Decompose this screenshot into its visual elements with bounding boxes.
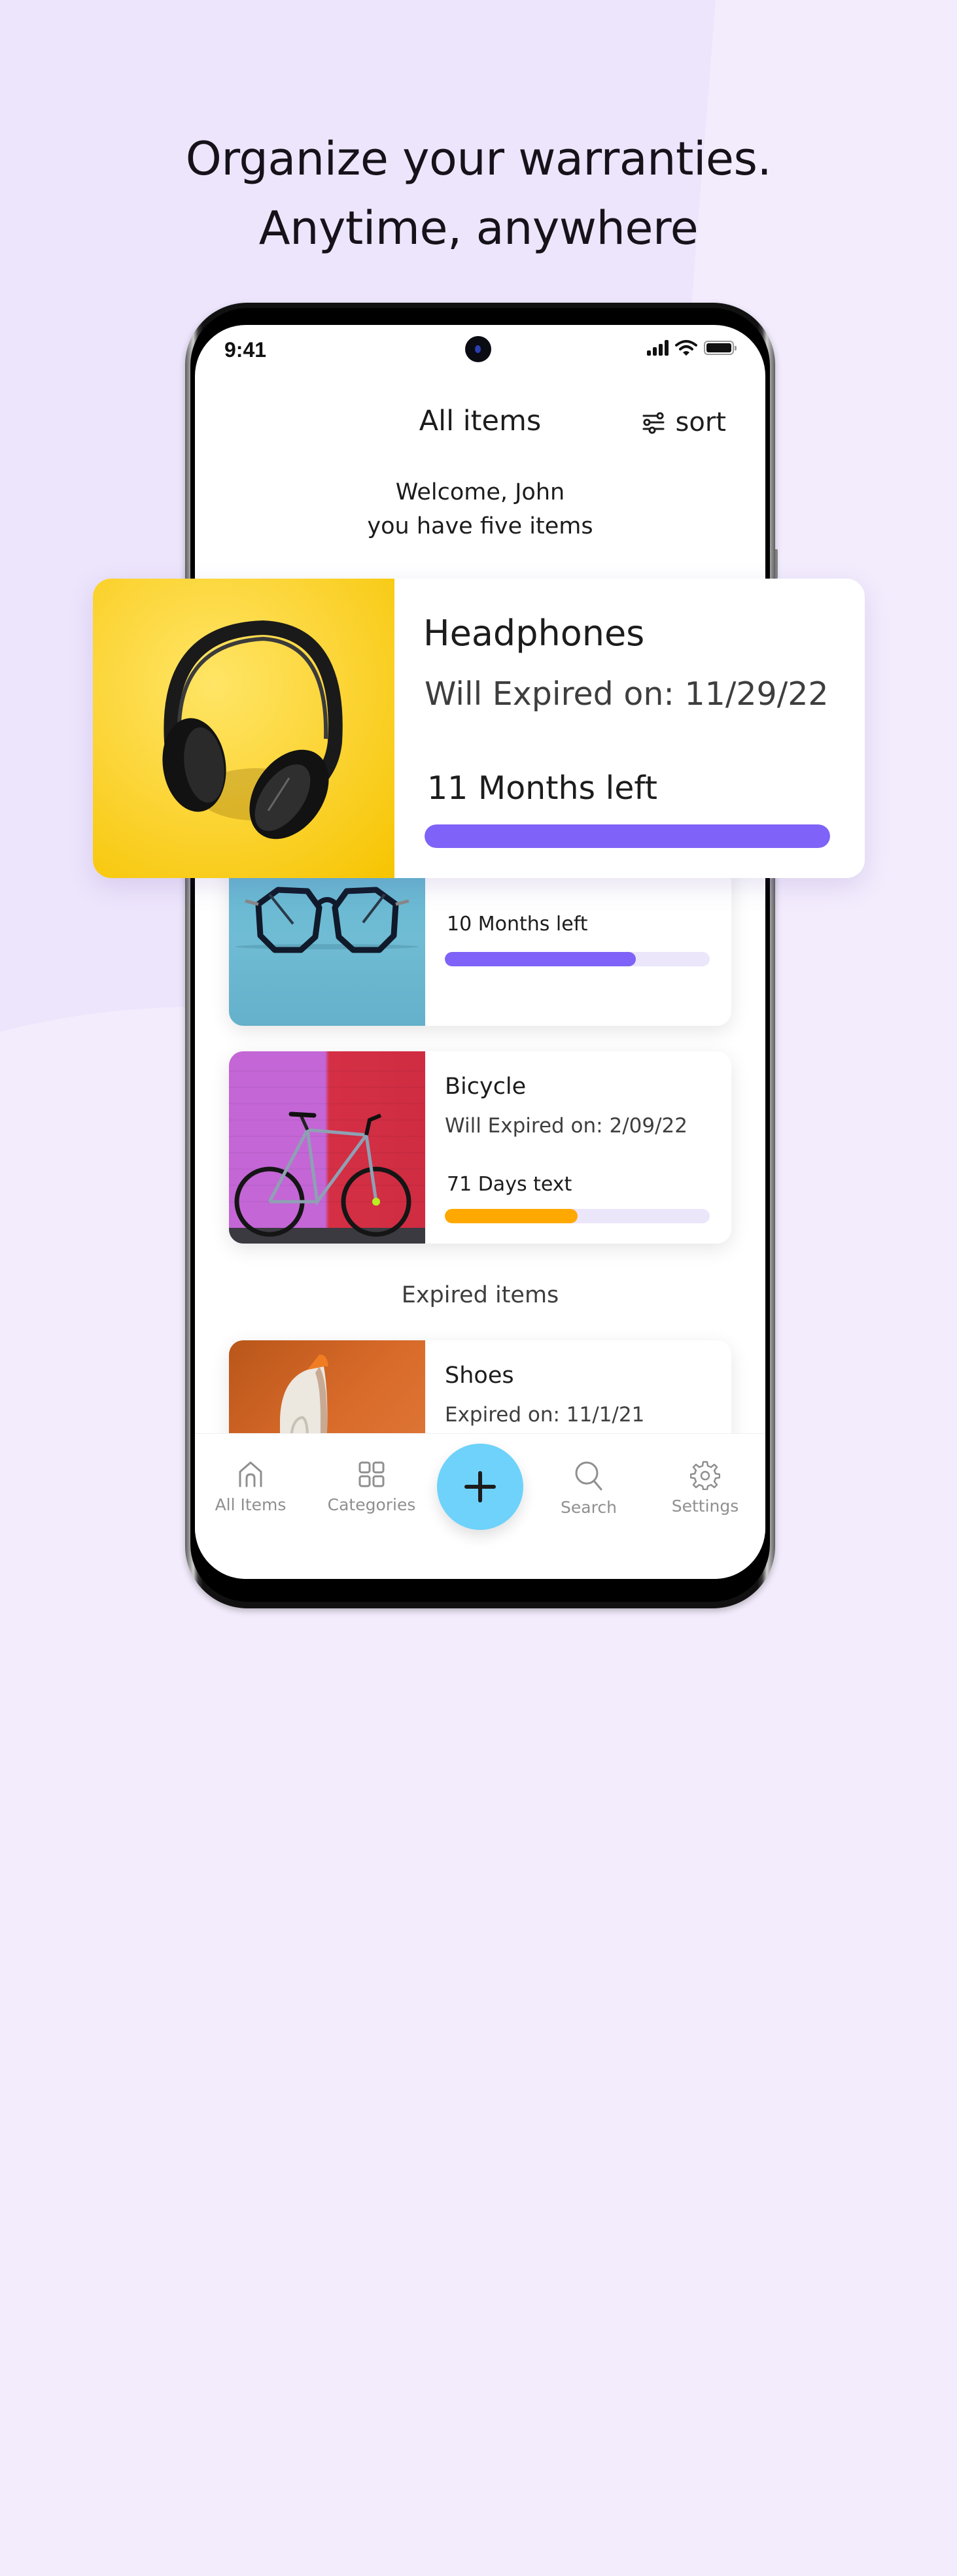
home-icon: [239, 1461, 262, 1487]
sort-button[interactable]: sort: [642, 407, 726, 437]
nav-label: Search: [561, 1498, 617, 1517]
item-card-bicycle[interactable]: Bicycle Will Expired on: 2/09/22 71 Days…: [229, 1051, 731, 1244]
add-item-button[interactable]: [437, 1444, 523, 1530]
headline-line-2: Anytime, anywhere: [258, 201, 699, 255]
item-name: Bicycle: [445, 1074, 527, 1100]
headphones-photo: [93, 579, 394, 878]
gear-icon: [690, 1461, 720, 1490]
featured-item-card-headphones[interactable]: Headphones Will Expired on: 11/29/22 11 …: [93, 579, 865, 878]
expired-items-heading: Expired items: [401, 1282, 559, 1308]
nav-label: Categories: [327, 1495, 416, 1514]
featured-item-info: Headphones Will Expired on: 11/29/22 11 …: [394, 579, 865, 878]
item-info: Bicycle Will Expired on: 2/09/22 71 Days…: [425, 1051, 731, 1244]
featured-item-name: Headphones: [423, 613, 645, 654]
featured-item-remaining: 11 Months left: [427, 770, 657, 807]
battery-icon: [704, 341, 737, 355]
item-expiry: Will Expired on: 2/09/22: [445, 1114, 687, 1138]
phone-frame: 9:41 All items sort Welcome, John you ha…: [185, 303, 775, 1608]
nav-label: Settings: [671, 1497, 739, 1516]
welcome-item-count: you have five items: [367, 513, 593, 539]
warranty-progress-bar: [445, 952, 710, 966]
status-icons: [647, 339, 737, 356]
nav-label: All Items: [215, 1495, 287, 1514]
nav-settings[interactable]: Settings: [653, 1460, 757, 1516]
warranty-progress-fill: [445, 952, 636, 966]
nav-categories[interactable]: Categories: [319, 1460, 424, 1514]
front-camera: [465, 336, 491, 362]
featured-warranty-progress-fill: [425, 824, 830, 848]
item-expiry: Expired on: 11/1/21: [445, 1403, 645, 1427]
item-name: Shoes: [445, 1363, 514, 1389]
marketing-headline: Organize your warranties. Anytime, anywh…: [0, 124, 957, 263]
bottom-navigation: All Items Categories Search Settings: [195, 1433, 765, 1579]
featured-warranty-progress-bar: [425, 824, 830, 848]
headline-line-1: Organize your warranties.: [185, 132, 772, 186]
sliders-icon: [642, 412, 665, 434]
item-remaining: 71 Days text: [447, 1173, 572, 1196]
nav-search[interactable]: Search: [536, 1460, 641, 1517]
welcome-greeting: Welcome, John: [395, 479, 565, 505]
nav-all-items[interactable]: All Items: [198, 1460, 303, 1514]
featured-item-expiry: Will Expired on: 11/29/22: [425, 675, 829, 713]
status-bar: 9:41: [195, 325, 765, 390]
cellular-signal-icon: [647, 340, 669, 356]
grid-icon: [358, 1461, 385, 1487]
status-time: 9:41: [224, 338, 267, 362]
warranty-progress-fill: [445, 1209, 578, 1223]
item-remaining: 10 Months left: [447, 913, 588, 936]
plus-icon: [464, 1471, 496, 1502]
phone-screen: 9:41 All items sort Welcome, John you ha…: [195, 325, 765, 1579]
bicycle-photo: [229, 1051, 425, 1244]
search-icon: [575, 1461, 602, 1491]
welcome-message: Welcome, John you have five items: [195, 475, 765, 543]
sort-label: sort: [675, 407, 726, 437]
wifi-icon: [675, 340, 697, 356]
warranty-progress-bar: [445, 1209, 710, 1223]
